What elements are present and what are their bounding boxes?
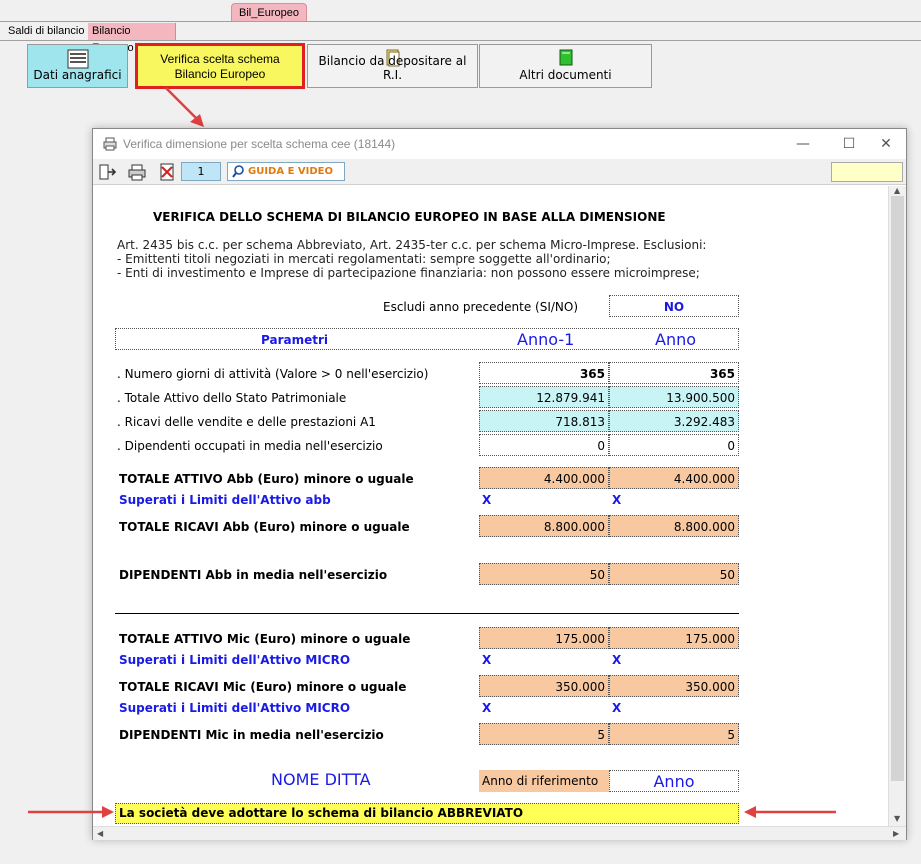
mic-attivo-prev: 175.000 bbox=[479, 627, 609, 649]
horizontal-scrollbar[interactable]: ◀ ▶ bbox=[93, 826, 906, 840]
bilancio-da-depositare-button[interactable]: Bilancio da depositare al R.I. bbox=[307, 44, 478, 88]
dialog-content: VERIFICA DELLO SCHEMA DI BILANCIO EUROPE… bbox=[93, 186, 888, 826]
anno-rif-value[interactable]: Anno bbox=[609, 770, 739, 792]
minimize-icon[interactable]: — bbox=[789, 133, 817, 155]
green-book-icon bbox=[558, 49, 574, 70]
scroll-up-icon[interactable]: ▲ bbox=[894, 186, 900, 195]
abb-dipendenti-curr: 50 bbox=[609, 563, 739, 585]
verifica-label-line1: Verifica scelta schema bbox=[160, 52, 280, 66]
page-heading: VERIFICA DELLO SCHEMA DI BILANCIO EUROPE… bbox=[153, 210, 666, 224]
altri-documenti-button[interactable]: Altri documenti bbox=[479, 44, 652, 88]
result-left-arrow-icon bbox=[28, 806, 114, 818]
dialog-toolbar: 1 GUIDA E VIDEO bbox=[93, 159, 906, 185]
abb-attivo-prev: 4.400.000 bbox=[479, 467, 609, 489]
abb-ricavi-prev: 8.800.000 bbox=[479, 515, 609, 537]
parametri-header-row: Parametri bbox=[115, 328, 739, 350]
totale-attivo-prev[interactable]: 12.879.941 bbox=[479, 386, 609, 408]
tab-bil-europeo[interactable]: Bil_Europeo bbox=[231, 3, 307, 22]
ricavi-prev[interactable]: 718.813 bbox=[479, 410, 609, 432]
mic-superati2-curr-mark: X bbox=[612, 701, 622, 715]
dipendenti-curr[interactable]: 0 bbox=[609, 434, 739, 456]
result-right-arrow-icon bbox=[744, 806, 836, 818]
abb-superati-prev-mark: X bbox=[482, 493, 492, 507]
nome-ditta: NOME DITTA bbox=[271, 770, 371, 789]
giorni-curr[interactable]: 365 bbox=[609, 362, 739, 384]
verifica-scelta-schema-button[interactable]: Verifica scelta schema Bilancio Europeo bbox=[135, 43, 305, 89]
bilancio-da-depositare-label: Bilancio da depositare al R.I. bbox=[318, 54, 467, 82]
exit-door-icon[interactable] bbox=[97, 162, 117, 182]
abb-dipendenti-prev: 50 bbox=[479, 563, 609, 585]
close-icon[interactable]: ✕ bbox=[872, 133, 900, 155]
vertical-scrollbar[interactable]: ▲ ▼ bbox=[888, 186, 906, 826]
verifica-dimensione-dialog: Verifica dimensione per scelta schema ce… bbox=[92, 128, 907, 840]
mic-superati2-label: Superati i Limiti dell'Attivo MICRO bbox=[119, 701, 351, 715]
totale-attivo-curr[interactable]: 13.900.500 bbox=[609, 386, 739, 408]
abb-superati-curr-mark: X bbox=[612, 493, 622, 507]
escludi-label: Escludi anno precedente (SI/NO) bbox=[383, 300, 578, 314]
printer-small-icon bbox=[103, 137, 117, 154]
scroll-left-icon[interactable]: ◀ bbox=[97, 829, 103, 838]
note-line-3: - Enti di investimento e Imprese di part… bbox=[117, 266, 700, 280]
abb-attivo-label: TOTALE ATTIVO Abb (Euro) minore o uguale bbox=[119, 472, 414, 486]
abb-attivo-curr: 4.400.000 bbox=[609, 467, 739, 489]
mic-ricavi-label: TOTALE RICAVI Mic (Euro) minore o uguale bbox=[119, 680, 407, 694]
tab-bilancio-europeo[interactable]: Bilancio Europeo bbox=[88, 23, 176, 54]
anno-rif-label: Anno di riferimento bbox=[479, 770, 609, 792]
mic-superati-label: Superati i Limiti dell'Attivo MICRO bbox=[119, 653, 351, 667]
delete-document-icon[interactable] bbox=[157, 162, 177, 182]
toolbar-yellow-field bbox=[831, 162, 903, 182]
escludi-value[interactable]: NO bbox=[609, 295, 739, 317]
mic-ricavi-curr: 350.000 bbox=[609, 675, 739, 697]
dialog-titlebar: Verifica dimensione per scelta schema ce… bbox=[93, 129, 906, 159]
mic-ricavi-prev: 350.000 bbox=[479, 675, 609, 697]
giorni-prev[interactable]: 365 bbox=[479, 362, 609, 384]
tab-saldi-di-bilancio[interactable]: Saldi di bilancio bbox=[4, 23, 88, 40]
mic-attivo-curr: 175.000 bbox=[609, 627, 739, 649]
verifica-label-line2: Bilancio Europeo bbox=[174, 67, 266, 81]
page-number-field[interactable]: 1 bbox=[181, 162, 221, 181]
section-divider bbox=[115, 613, 739, 614]
mic-dipendenti-label: DIPENDENTI Mic in media nell'esercizio bbox=[119, 728, 384, 742]
scroll-right-icon[interactable]: ▶ bbox=[893, 829, 899, 838]
mic-attivo-label: TOTALE ATTIVO Mic (Euro) minore o uguale bbox=[119, 632, 411, 646]
abb-dipendenti-label: DIPENDENTI Abb in media nell'esercizio bbox=[119, 568, 388, 582]
ricavi-curr[interactable]: 3.292.483 bbox=[609, 410, 739, 432]
dipendenti-prev[interactable]: 0 bbox=[479, 434, 609, 456]
abb-superati-label: Superati i Limiti dell'Attivo abb bbox=[119, 493, 331, 507]
maximize-icon[interactable]: ☐ bbox=[835, 133, 863, 155]
scroll-down-icon[interactable]: ▼ bbox=[894, 814, 900, 823]
altri-documenti-label: Altri documenti bbox=[519, 68, 612, 82]
print-icon[interactable] bbox=[127, 162, 147, 182]
result-message: La società deve adottare lo schema di bi… bbox=[115, 803, 739, 824]
note-line-1: Art. 2435 bis c.c. per schema Abbreviato… bbox=[117, 238, 707, 252]
row-label-totale-attivo: . Totale Attivo dello Stato Patrimoniale bbox=[117, 391, 347, 405]
row-label-ricavi: . Ricavi delle vendite e delle prestazio… bbox=[117, 415, 376, 429]
abb-ricavi-curr: 8.800.000 bbox=[609, 515, 739, 537]
mic-dipendenti-curr: 5 bbox=[609, 723, 739, 745]
col-anno-curr: Anno bbox=[655, 330, 697, 349]
dati-anagrafici-label: Dati anagrafici bbox=[33, 68, 122, 82]
abb-ricavi-label: TOTALE RICAVI Abb (Euro) minore o uguale bbox=[119, 520, 410, 534]
mic-dipendenti-prev: 5 bbox=[479, 723, 609, 745]
parametri-label: Parametri bbox=[261, 333, 328, 347]
annotation-arrow-icon bbox=[165, 87, 204, 127]
guida-e-video-button[interactable]: GUIDA E VIDEO bbox=[227, 162, 345, 181]
dialog-title: Verifica dimensione per scelta schema ce… bbox=[123, 137, 396, 151]
col-anno-prev: Anno-1 bbox=[517, 330, 575, 349]
mic-superati2-prev-mark: X bbox=[482, 701, 492, 715]
mic-superati-curr-mark: X bbox=[612, 653, 622, 667]
row-label-dipendenti: . Dipendenti occupati in media nell'eser… bbox=[117, 439, 383, 453]
row-label-giorni: . Numero giorni di attività (Valore > 0 … bbox=[117, 367, 429, 381]
dati-anagrafici-button[interactable]: Dati anagrafici bbox=[27, 44, 128, 88]
scroll-thumb[interactable] bbox=[891, 196, 904, 781]
sheet-tabstrip: Saldi di bilancio Bilancio Europeo bbox=[0, 21, 921, 54]
magnifier-icon bbox=[232, 165, 245, 184]
note-line-2: - Emittenti titoli negoziati in mercati … bbox=[117, 252, 611, 266]
mic-superati-prev-mark: X bbox=[482, 653, 492, 667]
guida-e-video-label: GUIDA E VIDEO bbox=[248, 166, 333, 177]
